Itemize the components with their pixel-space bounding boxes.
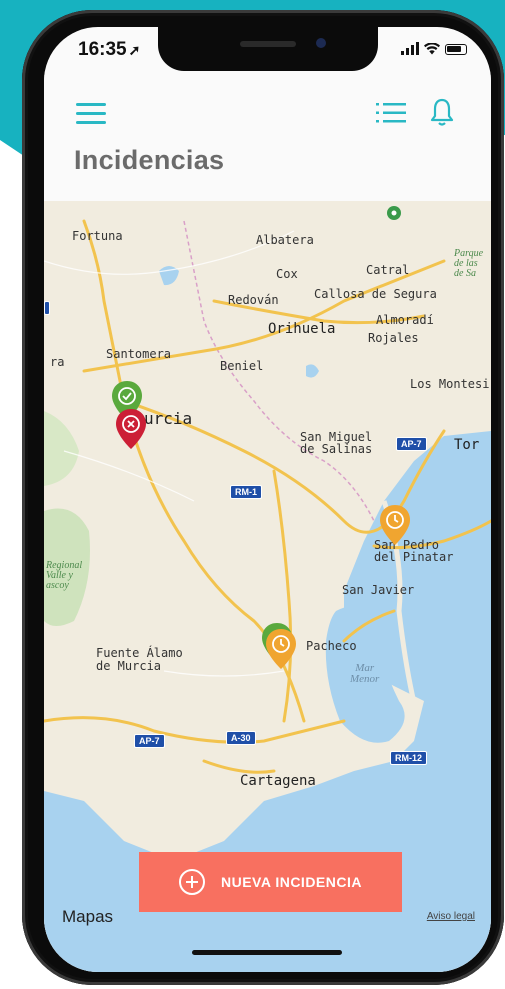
battery-icon: [445, 44, 467, 55]
map-label-fuente-alamo: Fuente Álamo de Murcia: [96, 646, 183, 673]
map-label-san-miguel: San Miguel de Salinas: [300, 430, 373, 456]
incident-pin-pending[interactable]: [378, 503, 412, 547]
map-poi-icon: [387, 206, 401, 220]
map-label-beniel: Beniel: [220, 359, 264, 373]
road-shield: AP-7: [134, 734, 165, 748]
map-label-regional: Regional Valle y ascoy: [46, 560, 83, 591]
phone-screen: 16:35 ➚ Incidencias Fortuna Albatera Cox…: [44, 27, 491, 972]
time-label: 16:35: [78, 39, 127, 60]
new-incident-label: NUEVA INCIDENCIA: [220, 874, 362, 890]
map-label-ra: ra: [50, 355, 65, 369]
map-label-catral: Catral: [366, 263, 410, 277]
signal-icon: [401, 42, 419, 55]
map-label-redovan: Redován: [228, 293, 279, 307]
map-label-mar-menor: Mar Menor: [350, 662, 380, 685]
legal-notice-link[interactable]: Aviso legal: [427, 911, 475, 922]
map-label-cartagena: Cartagena: [240, 773, 316, 789]
wifi-icon: [424, 43, 440, 55]
new-incident-button[interactable]: NUEVA INCIDENCIA: [139, 852, 402, 912]
road-shield-edge: [44, 301, 50, 315]
location-arrow-icon: ➚: [128, 42, 141, 58]
status-icons: [401, 42, 467, 55]
page-title: Incidencias: [74, 145, 225, 175]
map-label-cox: Cox: [276, 267, 298, 281]
bell-icon[interactable]: [429, 97, 455, 127]
map-label-fortuna: Fortuna: [72, 229, 123, 243]
map-label-rojales: Rojales: [368, 331, 419, 345]
speaker: [240, 41, 296, 47]
road-shield: RM-12: [390, 751, 428, 765]
map-label-almoradi: Almoradí: [376, 313, 434, 327]
road-shield: A-30: [226, 731, 256, 745]
maps-attribution-label: Mapas: [62, 907, 114, 926]
map-label-san-javier: San Javier: [342, 583, 415, 597]
map-label-albatera: Albatera: [256, 233, 314, 247]
map-label-tor: Tor: [454, 437, 480, 453]
maps-attribution: Mapas: [62, 907, 113, 927]
map-label-murcia: urcia: [144, 409, 193, 428]
incident-pin-rejected[interactable]: [114, 407, 148, 451]
list-view-icon[interactable]: [376, 101, 406, 125]
map-label-los-montesi: Los Montesi: [410, 377, 490, 391]
map-label-callosa: Callosa de Segura: [314, 287, 437, 301]
notch: [158, 27, 378, 71]
road-shield: AP-7: [396, 437, 427, 451]
map-label-santomera: Santomera: [106, 347, 172, 361]
map-label-pacheco: Pacheco: [306, 639, 357, 653]
incident-pin-pending[interactable]: [264, 627, 298, 671]
road-shield: RM-1: [230, 485, 262, 499]
camera: [316, 38, 326, 48]
status-time: 16:35 ➚: [78, 39, 140, 61]
hamburger-icon[interactable]: [76, 103, 106, 125]
app-header: Incidencias: [44, 71, 491, 201]
map-label-parque: Parque de las de Sa: [454, 248, 484, 279]
map-label-orihuela: Orihuela: [268, 321, 336, 337]
plus-circle-icon: [178, 869, 205, 895]
home-indicator[interactable]: [192, 950, 342, 955]
